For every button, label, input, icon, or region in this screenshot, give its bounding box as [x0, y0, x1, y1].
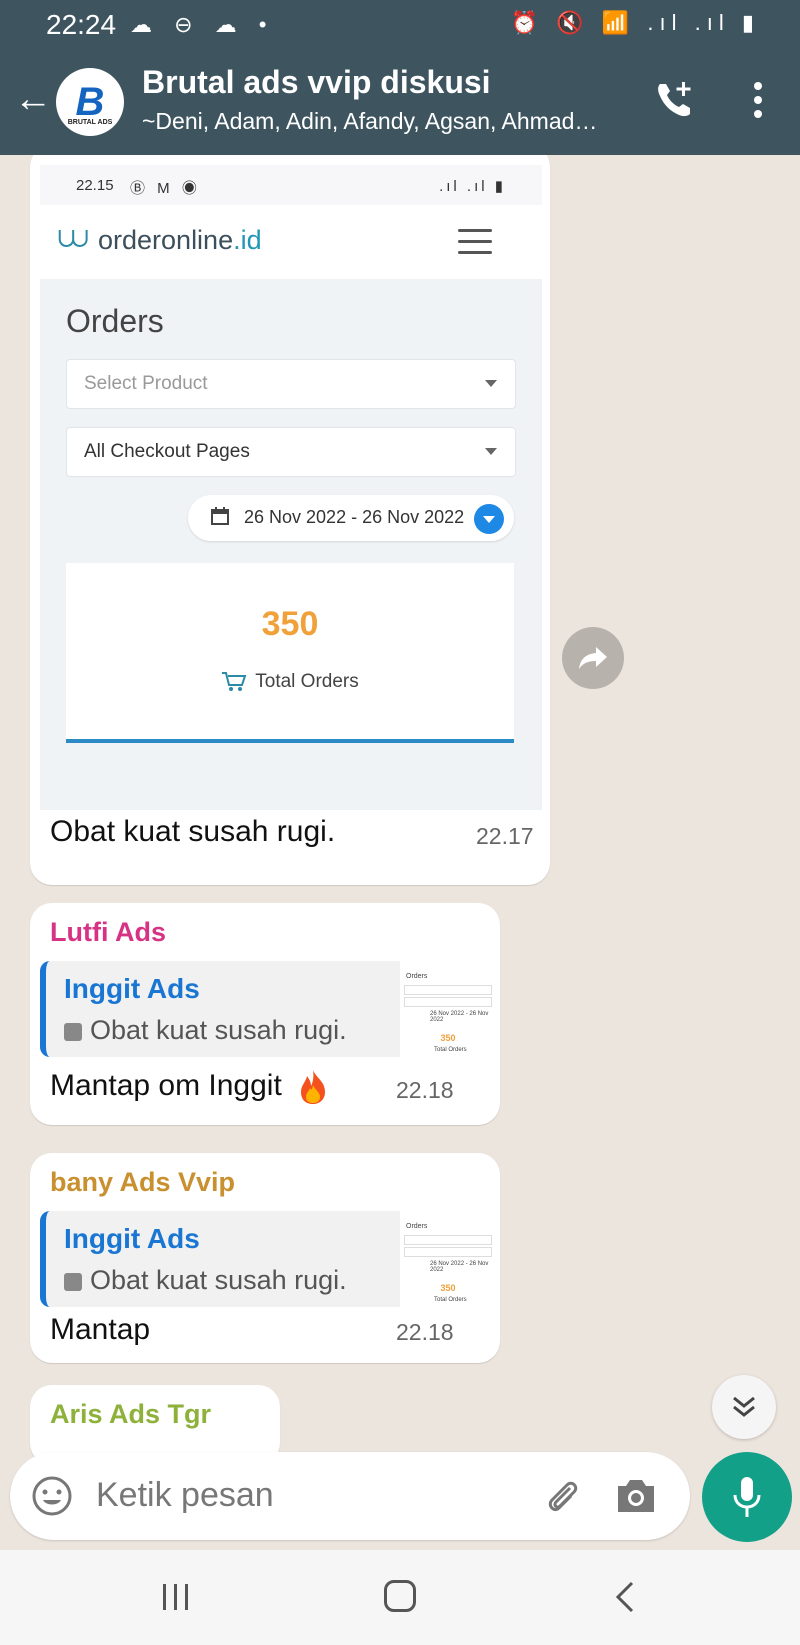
- home-icon[interactable]: [384, 1580, 416, 1612]
- system-status-icons: ⏰ 🔇 📶 .ıl .ıl ▮: [510, 10, 760, 35]
- screenshot-navbar: ⩊ orderonline.id: [40, 205, 542, 279]
- orderonline-logo: orderonline.id: [98, 225, 262, 255]
- recent-apps-icon[interactable]: [160, 1582, 192, 1612]
- chat-header: ← B BRUTAL ADS Brutal ads vvip diskusi ~…: [0, 50, 800, 155]
- group-avatar[interactable]: B BRUTAL ADS: [56, 68, 124, 136]
- voice-message-button[interactable]: [702, 1452, 792, 1542]
- quoted-text: Obat kuat susah rugi.: [64, 1015, 347, 1046]
- message-bubble-reply[interactable]: Lutfi Ads Inggit Ads Obat kuat susah rug…: [30, 903, 500, 1125]
- total-orders-value: 350: [261, 605, 319, 643]
- screenshot-status-bar: 22.15 Ⓑ M ◉ .ıl .ıl ▮: [40, 165, 542, 205]
- status-bar: 22:24 ☁ ⊖ ☁ • ⏰ 🔇 📶 .ıl .ıl ▮: [0, 0, 800, 50]
- message-bubble-reply[interactable]: bany Ads Vvip Inggit Ads Obat kuat susah…: [30, 1153, 500, 1363]
- total-orders-label: Total Orders: [66, 671, 514, 693]
- checkout-pages-dropdown: All Checkout Pages: [66, 427, 516, 477]
- quoted-thumbnail: Orders 26 Nov 2022 - 26 Nov 2022 350 Tot…: [400, 1211, 496, 1307]
- camera-icon[interactable]: [614, 1476, 658, 1516]
- microphone-icon: [733, 1477, 761, 1517]
- emoji-icon[interactable]: [30, 1474, 74, 1518]
- quoted-text: Obat kuat susah rugi.: [64, 1265, 347, 1296]
- screenshot-body: Orders Select Product All Checkout Pages…: [40, 279, 542, 810]
- orders-heading: Orders: [66, 303, 164, 339]
- fire-emoji-icon: [301, 1070, 326, 1105]
- shared-screenshot[interactable]: 22.15 Ⓑ M ◉ .ıl .ıl ▮ ⩊ orderonline.id O…: [40, 165, 542, 810]
- status-time: 22:24: [46, 9, 117, 40]
- quoted-message[interactable]: Inggit Ads Obat kuat susah rugi. Orders …: [40, 961, 496, 1057]
- message-text: Obat kuat susah rugi.: [50, 815, 336, 848]
- select-product-dropdown: Select Product: [66, 359, 516, 409]
- chevron-down-icon: [485, 380, 497, 387]
- avatar-caption: BRUTAL ADS: [67, 119, 113, 126]
- hamburger-menu-icon: [458, 229, 492, 255]
- attachment-icon[interactable]: [540, 1474, 584, 1518]
- total-orders-card: 350 Total Orders: [66, 563, 514, 743]
- add-call-icon[interactable]: [652, 78, 696, 122]
- system-navigation-bar: [0, 1550, 800, 1645]
- quoted-thumbnail: Orders 26 Nov 2022 - 26 Nov 2022 350 Tot…: [400, 961, 496, 1057]
- cart-icon: [222, 672, 247, 691]
- orderonline-logo-icon: ⩊: [58, 221, 89, 254]
- notification-icons: ☁ ⊖ ☁ •: [130, 12, 275, 37]
- scroll-to-bottom-button[interactable]: [712, 1375, 776, 1439]
- group-title[interactable]: Brutal ads vvip diskusi: [142, 64, 491, 101]
- message-input[interactable]: Ketik pesan: [96, 1476, 274, 1515]
- forward-button[interactable]: [562, 627, 624, 689]
- date-dropdown-icon: [474, 504, 504, 534]
- screenshot-notification-icons: Ⓑ M ◉: [130, 180, 201, 197]
- date-range-picker: 26 Nov 2022 - 26 Nov 2022: [188, 495, 514, 541]
- message-text: Mantap: [50, 1313, 151, 1346]
- avatar-letter: B: [75, 79, 105, 124]
- system-back-icon[interactable]: [612, 1580, 638, 1614]
- calendar-icon: [211, 507, 229, 525]
- message-time: 22.18: [396, 1077, 454, 1103]
- sender-name[interactable]: Aris Ads Tgr: [50, 1399, 211, 1430]
- chat-area[interactable]: 22.15 Ⓑ M ◉ .ıl .ıl ▮ ⩊ orderonline.id O…: [0, 155, 800, 1545]
- forward-arrow-icon: [579, 647, 607, 669]
- image-icon: [64, 1272, 82, 1291]
- more-options-icon[interactable]: [748, 78, 768, 122]
- back-arrow-icon[interactable]: ←: [14, 80, 52, 118]
- message-composer[interactable]: Ketik pesan: [10, 1452, 690, 1540]
- group-members[interactable]: ~Deni, Adam, Adin, Afandy, Agsan, Ahmad…: [142, 108, 632, 135]
- image-icon: [64, 1022, 82, 1041]
- message-time: 22.17: [476, 823, 534, 849]
- quoted-message[interactable]: Inggit Ads Obat kuat susah rugi. Orders …: [40, 1211, 496, 1307]
- sender-name[interactable]: bany Ads Vvip: [50, 1167, 235, 1198]
- message-time: 22.18: [396, 1319, 454, 1345]
- quoted-sender: Inggit Ads: [64, 973, 200, 1004]
- message-text: Mantap om Inggit: [50, 1069, 330, 1105]
- sender-name[interactable]: Lutfi Ads: [50, 917, 166, 948]
- chevron-down-icon: [485, 448, 497, 455]
- quoted-sender: Inggit Ads: [64, 1223, 200, 1254]
- message-bubble-image[interactable]: 22.15 Ⓑ M ◉ .ıl .ıl ▮ ⩊ orderonline.id O…: [30, 155, 550, 885]
- screenshot-time: 22.15: [76, 177, 114, 194]
- double-chevron-down-icon: [733, 1396, 755, 1417]
- screenshot-signal-icons: .ıl .ıl ▮: [439, 178, 506, 195]
